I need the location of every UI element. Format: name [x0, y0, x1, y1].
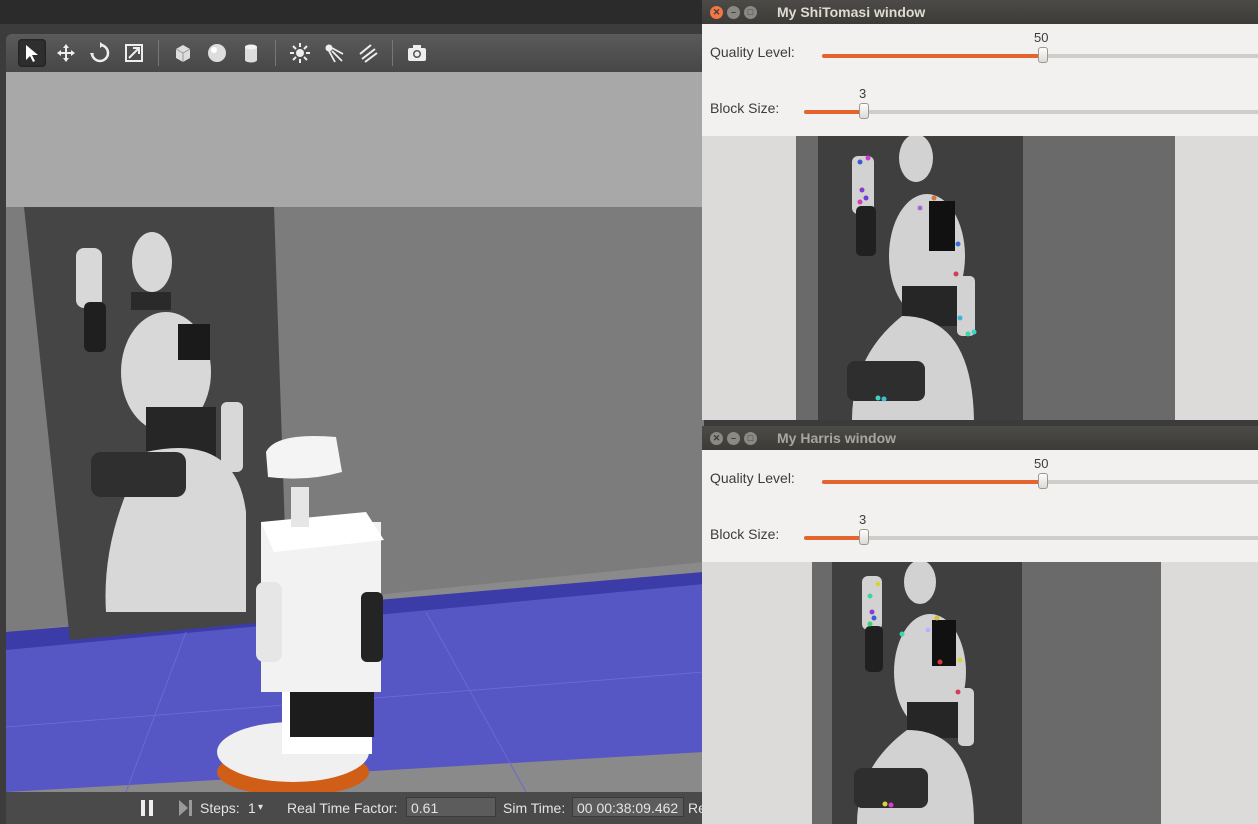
quality-level-trackbar: Quality Level: 50	[702, 450, 1258, 506]
block-size-trackbar: Block Size: 3	[702, 506, 1258, 562]
trackbar-rail[interactable]	[822, 47, 1258, 63]
trackbar-label: Block Size:	[710, 100, 780, 116]
camera-view	[796, 136, 1175, 420]
gazebo-status-bar: Steps: 1 ▾ Real Time Factor: 0.61 Sim Ti…	[6, 792, 706, 824]
minimize-icon[interactable]: –	[727, 5, 740, 19]
minimize-icon[interactable]: –	[727, 431, 740, 445]
trackbar-value: 3	[859, 512, 867, 527]
rtf-value: 0.61	[406, 797, 496, 817]
steps-label: Steps:	[200, 800, 240, 816]
trackbar-fill	[804, 536, 864, 540]
trackbar-handle[interactable]	[858, 103, 869, 119]
shitomasi-titlebar[interactable]: ✕ – □ My ShiTomasi window	[702, 0, 1258, 24]
trackbar-rail[interactable]	[822, 473, 1258, 489]
shitomasi-image	[702, 136, 1258, 420]
trackbar-value: 50	[1034, 30, 1049, 45]
trackbar-label: Block Size:	[710, 526, 780, 542]
toolbar-separator	[275, 40, 276, 66]
pause-icon[interactable]	[140, 799, 156, 820]
trackbar-rail[interactable]	[804, 529, 1258, 545]
simtime-label: Sim Time:	[503, 800, 566, 816]
trackbar-handle[interactable]	[1038, 47, 1048, 63]
box-icon[interactable]	[169, 39, 197, 67]
trackbar-handle[interactable]	[858, 529, 869, 545]
toolbar-separator	[158, 40, 159, 66]
camera-view	[812, 562, 1161, 824]
rotate-icon[interactable]	[86, 39, 114, 67]
scene-render	[6, 72, 704, 792]
trackbar-value: 50	[1034, 456, 1049, 471]
steps-dropdown-icon[interactable]: ▾	[258, 802, 263, 813]
trackbar-label: Quality Level:	[710, 44, 795, 60]
window-title: My ShiTomasi window	[777, 4, 926, 20]
step-icon[interactable]	[178, 799, 194, 820]
scale-icon[interactable]	[120, 39, 148, 67]
screenshot-icon[interactable]	[403, 39, 431, 67]
quality-level-trackbar: Quality Level: 50	[702, 24, 1258, 80]
gazebo-toolbar	[6, 34, 704, 72]
maximize-icon[interactable]: □	[744, 5, 757, 19]
directional-light-icon[interactable]	[354, 39, 382, 67]
close-icon[interactable]: ✕	[710, 5, 723, 19]
harris-window: ✕ – □ My Harris window Quality Level: 50…	[702, 426, 1258, 824]
trackbar-handle[interactable]	[1038, 473, 1048, 489]
block-size-trackbar: Block Size: 3	[702, 80, 1258, 136]
maximize-icon[interactable]: □	[744, 431, 757, 445]
select-arrow-icon[interactable]	[18, 39, 46, 67]
sphere-icon[interactable]	[203, 39, 231, 67]
gazebo-3d-viewport[interactable]	[6, 72, 704, 792]
harris-image	[702, 562, 1258, 824]
trackbar-label: Quality Level:	[710, 470, 795, 486]
trackbar-fill	[822, 480, 1043, 484]
spot-light-icon[interactable]	[320, 39, 348, 67]
shitomasi-window: ✕ – □ My ShiTomasi window Quality Level:…	[702, 0, 1258, 420]
harris-titlebar[interactable]: ✕ – □ My Harris window	[702, 426, 1258, 450]
trackbar-fill	[804, 110, 864, 114]
trackbar-value: 3	[859, 86, 867, 101]
cylinder-icon[interactable]	[237, 39, 265, 67]
trackbar-fill	[822, 54, 1043, 58]
translate-icon[interactable]	[52, 39, 80, 67]
steps-value[interactable]: 1	[248, 800, 256, 816]
toolbar-separator	[392, 40, 393, 66]
simtime-value: 00 00:38:09.462	[572, 797, 684, 817]
rtf-label: Real Time Factor:	[287, 800, 398, 816]
window-title: My Harris window	[777, 430, 897, 446]
close-icon[interactable]: ✕	[710, 431, 723, 445]
trackbar-rail[interactable]	[804, 103, 1258, 119]
point-light-icon[interactable]	[286, 39, 314, 67]
